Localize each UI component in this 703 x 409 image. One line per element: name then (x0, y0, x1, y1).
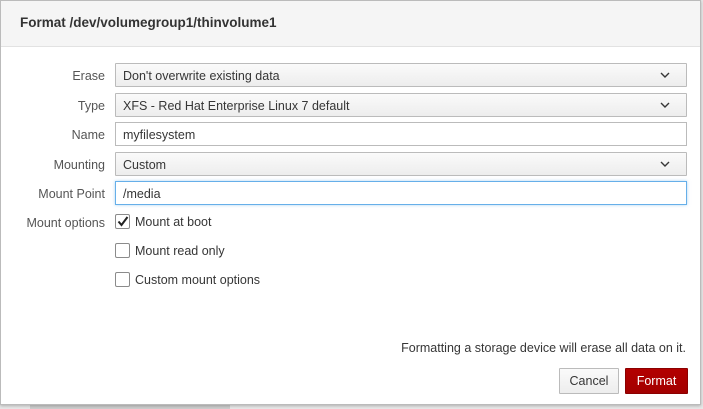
mount-at-boot-label: Mount at boot (135, 215, 212, 229)
type-select-value: XFS - Red Hat Enterprise Linux 7 default (123, 99, 350, 113)
mount-options-label: Mount options (26, 216, 105, 230)
custom-mount-options-checkbox[interactable] (115, 272, 130, 287)
erase-row: Erase Don't overwrite existing data (1, 63, 702, 89)
mount-point-input[interactable]: /media (115, 181, 687, 205)
mounting-select[interactable]: Custom (115, 152, 687, 176)
checkmark-icon (117, 216, 129, 227)
background-content (30, 405, 230, 409)
dialog-header: Format /dev/volumegroup1/thinvolume1 (1, 1, 700, 47)
format-warning-text: Formatting a storage device will erase a… (401, 341, 686, 355)
name-label: Name (71, 128, 105, 142)
chevron-down-icon (660, 161, 670, 167)
name-input[interactable]: myfilesystem (115, 122, 687, 146)
type-label: Type (77, 99, 105, 113)
mounting-select-value: Custom (123, 158, 167, 172)
erase-select-value: Don't overwrite existing data (123, 69, 280, 83)
mount-point-row: Mount Point /media (1, 181, 702, 207)
mount-at-boot-checkbox[interactable] (115, 214, 130, 229)
mount-point-input-value: /media (123, 187, 161, 201)
erase-select[interactable]: Don't overwrite existing data (115, 63, 687, 87)
mount-read-only-checkbox[interactable] (115, 243, 130, 258)
erase-label: Erase (72, 69, 105, 83)
chevron-down-icon (660, 102, 670, 108)
name-input-value: myfilesystem (123, 128, 196, 142)
mount-point-label: Mount Point (38, 187, 105, 201)
custom-mount-options-label: Custom mount options (135, 273, 261, 287)
mounting-label: Mounting (53, 158, 105, 172)
format-dialog: Format /dev/volumegroup1/thinvolume1 Era… (0, 0, 701, 405)
cancel-button[interactable]: Cancel (559, 368, 619, 394)
dialog-title: Format /dev/volumegroup1/thinvolume1 (20, 15, 277, 30)
format-button[interactable]: Format (625, 368, 688, 394)
type-select[interactable]: XFS - Red Hat Enterprise Linux 7 default (115, 93, 687, 117)
name-row: Name myfilesystem (1, 122, 702, 148)
mounting-row: Mounting Custom (1, 152, 702, 178)
mount-options-row: Mount options (1, 210, 702, 236)
type-row: Type XFS - Red Hat Enterprise Linux 7 de… (1, 93, 702, 119)
chevron-down-icon (660, 72, 670, 78)
mount-read-only-label: Mount read only (135, 244, 225, 258)
